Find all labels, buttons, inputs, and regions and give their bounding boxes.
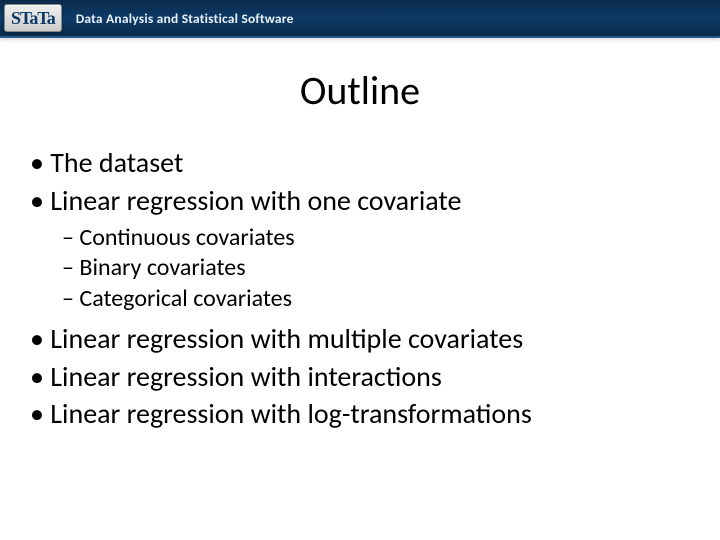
stata-logo: STaTa [4, 4, 62, 32]
bullet-text: Linear regression with multiple covariat… [50, 321, 523, 356]
bullet-text: Linear regression with one covariate [50, 183, 461, 218]
list-item: Linear regression with multiple covariat… [30, 321, 720, 357]
list-item: Continuous covariates [62, 223, 720, 254]
bullet-text: Categorical covariates [79, 284, 292, 313]
bullet-text: Continuous covariates [79, 223, 294, 252]
bullet-text: The dataset [50, 145, 183, 180]
list-item: Binary covariates [62, 253, 720, 284]
page-title: Outline [0, 66, 720, 115]
slide: STaTa Data Analysis and Statistical Soft… [0, 0, 720, 540]
logo-text: STaTa [11, 8, 55, 29]
tagline: Data Analysis and Statistical Software [76, 10, 294, 27]
list-item: Linear regression with log-transformatio… [30, 396, 720, 432]
list-item: Categorical covariates [62, 284, 720, 315]
list-item: Linear regression with one covariate Con… [30, 183, 720, 315]
bullet-text: Linear regression with interactions [50, 359, 442, 394]
bullet-text: Linear regression with log-transformatio… [50, 396, 532, 431]
bullet-text: Binary covariates [79, 253, 245, 282]
outline-content: The dataset Linear regression with one c… [30, 145, 720, 432]
sub-bullet-list: Continuous covariates Binary covariates … [62, 223, 720, 315]
list-item: Linear regression with interactions [30, 359, 720, 395]
header-bar: STaTa Data Analysis and Statistical Soft… [0, 0, 720, 38]
list-item: The dataset [30, 145, 720, 181]
bullet-list: The dataset Linear regression with one c… [30, 145, 720, 432]
